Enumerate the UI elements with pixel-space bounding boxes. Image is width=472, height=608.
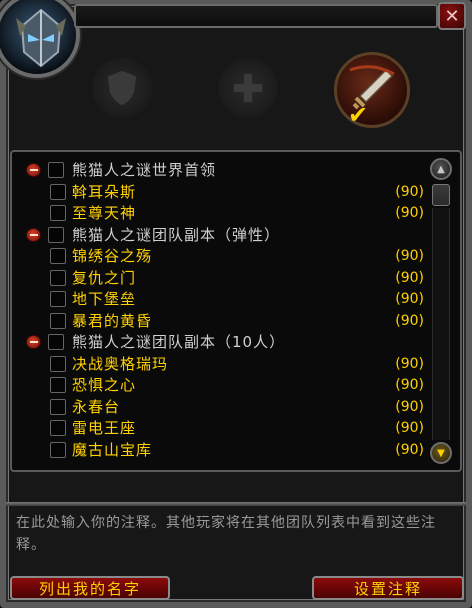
activity-list: 熊猫人之谜世界首领 斡耳朵斯 (90) 至尊天神 (90) 熊猫人之谜团队副本（… — [24, 160, 424, 461]
arrow-up-icon: ▲ — [437, 163, 445, 175]
list-item[interactable]: 暴君的黄昏 (90) — [24, 311, 424, 333]
role-selection: ✔ — [14, 40, 458, 140]
list-my-name-button[interactable]: 列出我的名字 — [10, 576, 170, 600]
category-label: 熊猫人之谜世界首领 — [72, 161, 217, 179]
item-checkbox[interactable] — [50, 248, 66, 264]
item-level: (90) — [395, 269, 424, 286]
item-level: (90) — [395, 291, 424, 307]
list-item[interactable]: 决战奥格瑞玛 (90) — [24, 354, 424, 376]
list-item[interactable]: 永春台 (90) — [24, 397, 424, 419]
role-tank-button[interactable] — [92, 58, 152, 118]
item-checkbox[interactable] — [50, 377, 66, 393]
item-level: (90) — [395, 355, 424, 372]
list-item[interactable]: 斡耳朵斯 (90) — [24, 182, 424, 204]
arrow-down-icon: ▼ — [437, 447, 445, 459]
list-item[interactable]: 锦绣谷之殇 (90) — [24, 246, 424, 268]
scroll-up-button[interactable]: ▲ — [430, 158, 452, 180]
collapse-icon[interactable] — [26, 335, 41, 349]
divider — [6, 502, 466, 506]
category-label: 熊猫人之谜团队副本（弹性） — [72, 225, 281, 244]
item-label: 恐惧之心 — [72, 376, 137, 394]
list-item[interactable]: 魔古山宝库 (90) — [24, 440, 424, 462]
category-label: 熊猫人之谜团队副本（10人） — [72, 333, 286, 351]
item-checkbox[interactable] — [50, 183, 66, 200]
role-healer-button[interactable] — [218, 58, 278, 118]
item-checkbox[interactable] — [50, 205, 66, 221]
item-checkbox[interactable] — [50, 420, 66, 436]
item-level: (90) — [395, 248, 424, 264]
scroll-down-button[interactable]: ▼ — [430, 442, 452, 464]
category-checkbox[interactable] — [48, 226, 64, 243]
item-label: 魔古山宝库 — [72, 440, 153, 459]
collapse-icon[interactable] — [26, 163, 41, 177]
item-label: 斡耳朵斯 — [72, 182, 137, 201]
list-category[interactable]: 熊猫人之谜世界首领 — [24, 160, 424, 182]
item-level: (90) — [395, 377, 424, 393]
item-level: (90) — [395, 398, 424, 415]
list-category[interactable]: 熊猫人之谜团队副本（10人） — [24, 332, 424, 354]
item-level: (90) — [395, 420, 424, 436]
item-label: 雷电王座 — [72, 419, 137, 437]
list-item[interactable]: 地下堡垒 (90) — [24, 289, 424, 311]
set-note-button[interactable]: 设置注释 — [312, 576, 464, 600]
item-label: 决战奥格瑞玛 — [72, 354, 169, 373]
item-label: 锦绣谷之殇 — [72, 247, 153, 265]
item-level: (90) — [395, 312, 424, 329]
list-item[interactable]: 至尊天神 (90) — [24, 203, 424, 225]
cross-icon — [232, 72, 264, 104]
list-item[interactable]: 复仇之门 (90) — [24, 268, 424, 290]
list-item[interactable]: 恐惧之心 (90) — [24, 375, 424, 397]
list-scrollbar[interactable]: ▲ ▼ — [430, 158, 452, 466]
item-label: 永春台 — [72, 397, 121, 416]
item-checkbox[interactable] — [50, 355, 66, 372]
list-category[interactable]: 熊猫人之谜团队副本（弹性） — [24, 225, 424, 247]
close-icon: ✕ — [444, 5, 460, 27]
item-level: (90) — [395, 205, 424, 221]
item-checkbox[interactable] — [50, 269, 66, 286]
item-label: 地下堡垒 — [72, 290, 137, 308]
activity-list-panel: 熊猫人之谜世界首领 斡耳朵斯 (90) 至尊天神 (90) 熊猫人之谜团队副本（… — [10, 150, 462, 472]
item-level: (90) — [395, 183, 424, 200]
list-item[interactable]: 雷电王座 (90) — [24, 418, 424, 440]
item-label: 至尊天神 — [72, 204, 137, 222]
scroll-track[interactable] — [432, 208, 450, 440]
category-checkbox[interactable] — [48, 334, 64, 350]
item-label: 复仇之门 — [72, 268, 137, 287]
role-selected-check-icon: ✔ — [348, 101, 369, 129]
item-checkbox[interactable] — [50, 441, 66, 458]
item-checkbox[interactable] — [50, 398, 66, 415]
item-checkbox[interactable] — [50, 312, 66, 329]
item-label: 暴君的黄昏 — [72, 311, 153, 330]
close-button[interactable]: ✕ — [438, 2, 466, 30]
shield-icon — [106, 69, 138, 107]
category-checkbox[interactable] — [48, 162, 64, 178]
title-bar — [74, 4, 438, 28]
item-level: (90) — [395, 441, 424, 458]
scroll-thumb[interactable] — [432, 184, 450, 206]
collapse-icon[interactable] — [26, 227, 41, 242]
note-input[interactable]: 在此处输入你的注释。其他玩家将在其他团队列表中看到这些注释。 — [16, 512, 456, 562]
item-checkbox[interactable] — [50, 291, 66, 307]
